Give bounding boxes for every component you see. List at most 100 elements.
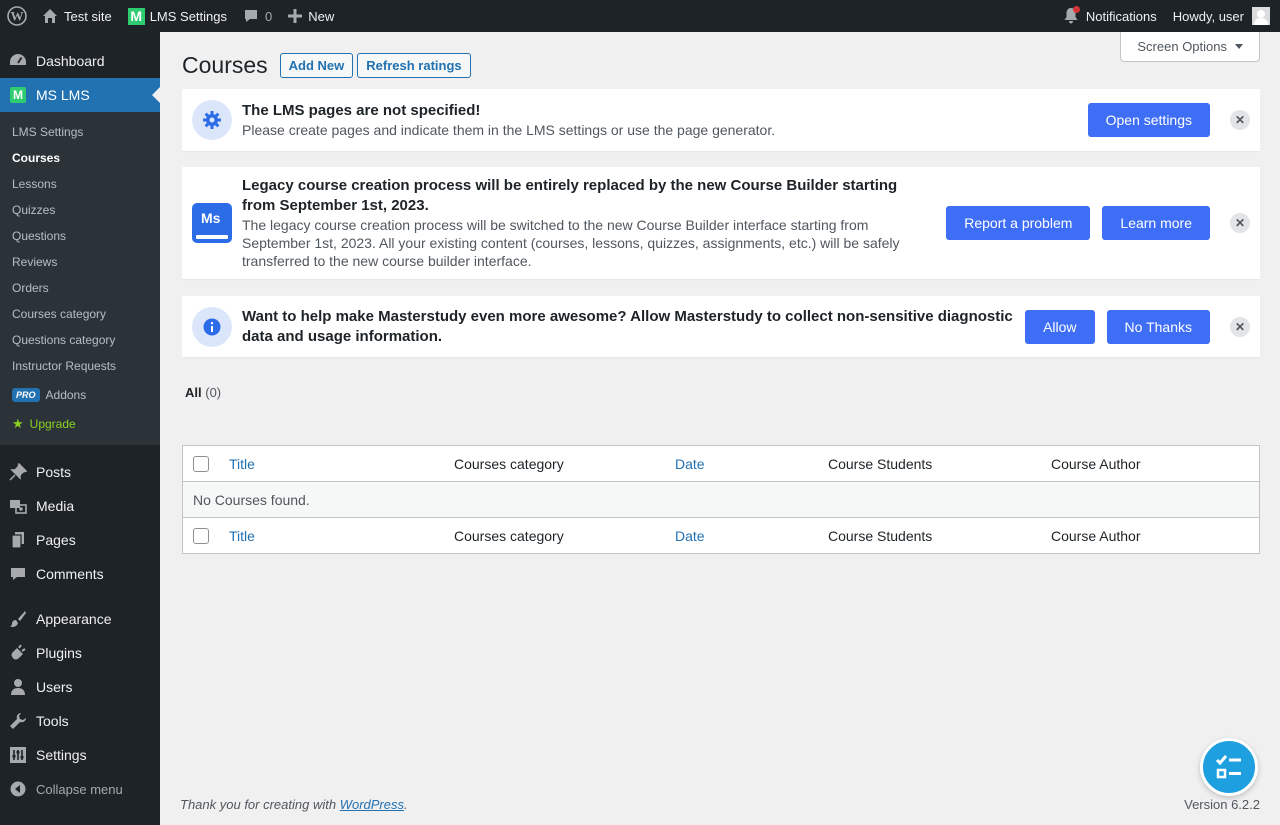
menu-plugins[interactable]: Plugins <box>0 636 160 670</box>
wordpress-link[interactable]: WordPress <box>340 797 404 812</box>
notice-legacy-text: Legacy course creation process will be e… <box>242 176 934 270</box>
menu-comments[interactable]: Comments <box>0 557 160 591</box>
open-settings-button[interactable]: Open settings <box>1087 103 1210 137</box>
notice-diagnostic: Want to help make Masterstudy even more … <box>182 296 1260 357</box>
new-content-link[interactable]: New <box>280 0 342 32</box>
allow-button[interactable]: Allow <box>1025 309 1095 344</box>
howdy-label: Howdy, user <box>1172 8 1244 24</box>
masterstudy-menu-icon: M <box>8 85 28 105</box>
notice-legacy-title: Legacy course creation process will be e… <box>242 177 898 214</box>
close-icon[interactable]: ✕ <box>1230 110 1250 130</box>
menu-tools-label: Tools <box>36 713 69 729</box>
menu-media[interactable]: Media <box>0 489 160 523</box>
collapse-menu[interactable]: Collapse menu <box>0 772 160 806</box>
ms-lms-submenu: LMS Settings Courses Lessons Quizzes Que… <box>0 112 160 445</box>
checklist-fab-button[interactable] <box>1200 738 1258 796</box>
column-course-students: Course Students <box>818 445 1041 482</box>
notice-lms-pages-desc: Please create pages and indicate them in… <box>242 122 776 138</box>
lms-settings-link[interactable]: M LMS Settings <box>120 0 235 32</box>
footer-version: Version 6.2.2 <box>1184 797 1260 812</box>
comments-count: 0 <box>265 8 273 24</box>
submenu-reviews[interactable]: Reviews <box>0 249 160 275</box>
close-icon[interactable]: ✕ <box>1230 316 1250 337</box>
menu-users[interactable]: Users <box>0 670 160 704</box>
menu-dashboard[interactable]: Dashboard <box>0 44 160 78</box>
no-thanks-button[interactable]: No Thanks <box>1106 309 1210 344</box>
submenu-addons[interactable]: PRO Addons <box>0 379 160 411</box>
page-title: Courses <box>182 52 268 78</box>
column-date-footer[interactable]: Date <box>665 517 818 554</box>
add-new-button[interactable]: Add New <box>279 53 354 78</box>
select-all-checkbox-footer[interactable] <box>193 528 209 545</box>
menu-comments-label: Comments <box>36 566 104 582</box>
learn-more-button[interactable]: Learn more <box>1102 206 1210 240</box>
comment-icon <box>243 8 259 24</box>
submenu-orders[interactable]: Orders <box>0 275 160 301</box>
submenu-lessons[interactable]: Lessons <box>0 171 160 197</box>
submenu-instructor-requests[interactable]: Instructor Requests <box>0 353 160 379</box>
menu-dashboard-label: Dashboard <box>36 53 105 69</box>
notice-diagnostic-title: Want to help make Masterstudy even more … <box>242 307 1013 345</box>
screen-options-button[interactable]: Screen Options <box>1120 32 1260 62</box>
submenu-addons-label: Addons <box>45 388 87 402</box>
comments-link[interactable]: 0 <box>235 0 280 32</box>
paintbrush-icon <box>8 609 28 629</box>
select-all-checkbox[interactable] <box>193 456 209 473</box>
dashboard-icon <box>8 51 28 71</box>
submenu-courses-category[interactable]: Courses category <box>0 301 160 327</box>
page-header: Courses Add New Refresh ratings <box>182 52 471 79</box>
site-name-link[interactable]: Test site <box>34 0 120 32</box>
pushpin-icon <box>8 462 28 482</box>
status-filter: All (0) <box>185 385 221 400</box>
menu-pages[interactable]: Pages <box>0 523 160 557</box>
svg-text:W: W <box>11 9 24 24</box>
no-courses-message: No Courses found. <box>182 481 1260 518</box>
menu-posts-label: Posts <box>36 464 72 480</box>
notifications-link[interactable]: Notifications <box>1056 0 1165 32</box>
submenu-questions[interactable]: Questions <box>0 223 160 249</box>
column-courses-category-footer: Courses category <box>444 517 665 554</box>
column-date[interactable]: Date <box>665 445 818 482</box>
avatar <box>1252 7 1270 25</box>
close-icon[interactable]: ✕ <box>1230 213 1250 233</box>
column-courses-category: Courses category <box>444 445 665 482</box>
column-course-students-footer: Course Students <box>818 517 1041 554</box>
user-icon <box>8 677 28 697</box>
select-all-cell-footer <box>182 517 219 554</box>
comments-icon <box>8 564 28 584</box>
menu-tools[interactable]: Tools <box>0 704 160 738</box>
user-account-link[interactable]: Howdy, user <box>1165 0 1280 32</box>
report-problem-button[interactable]: Report a problem <box>946 206 1091 240</box>
column-course-author-footer: Course Author <box>1041 517 1260 554</box>
column-course-author: Course Author <box>1041 445 1260 482</box>
notice-legacy-builder: Ms Legacy course creation process will b… <box>182 167 1260 279</box>
menu-ms-lms[interactable]: M MS LMS <box>0 78 160 112</box>
column-title-footer[interactable]: Title <box>219 517 444 554</box>
column-title[interactable]: Title <box>219 445 444 482</box>
info-icon <box>192 306 232 347</box>
notice-lms-pages: The LMS pages are not specified! Please … <box>182 89 1260 151</box>
menu-appearance[interactable]: Appearance <box>0 602 160 636</box>
wordpress-logo-icon[interactable]: W <box>0 0 34 32</box>
gear-icon <box>192 100 232 140</box>
footer-thanks: Thank you for creating with WordPress. <box>180 797 408 812</box>
filter-all-count: (0) <box>205 385 222 400</box>
submenu-courses[interactable]: Courses <box>0 145 160 171</box>
submenu-upgrade[interactable]: ★ Upgrade <box>0 411 160 437</box>
filter-all-link[interactable]: All <box>185 385 202 400</box>
menu-settings[interactable]: Settings <box>0 738 160 772</box>
masterstudy-logo-icon: M <box>127 7 145 25</box>
menu-posts[interactable]: Posts <box>0 455 160 489</box>
submenu-quizzes[interactable]: Quizzes <box>0 197 160 223</box>
table-footer-row: Title Courses category Date Course Stude… <box>182 517 1260 554</box>
media-icon <box>8 496 28 516</box>
pro-badge: PRO <box>12 388 40 402</box>
notice-diagnostic-text: Want to help make Masterstudy even more … <box>242 307 1013 347</box>
checklist-icon <box>1215 755 1241 779</box>
submenu-lms-settings[interactable]: LMS Settings <box>0 119 160 145</box>
notice-legacy-desc: The legacy course creation process will … <box>242 217 900 269</box>
site-name-label: Test site <box>64 8 112 24</box>
refresh-ratings-button[interactable]: Refresh ratings <box>357 53 471 78</box>
menu-plugins-label: Plugins <box>36 645 82 661</box>
submenu-questions-category[interactable]: Questions category <box>0 327 160 353</box>
